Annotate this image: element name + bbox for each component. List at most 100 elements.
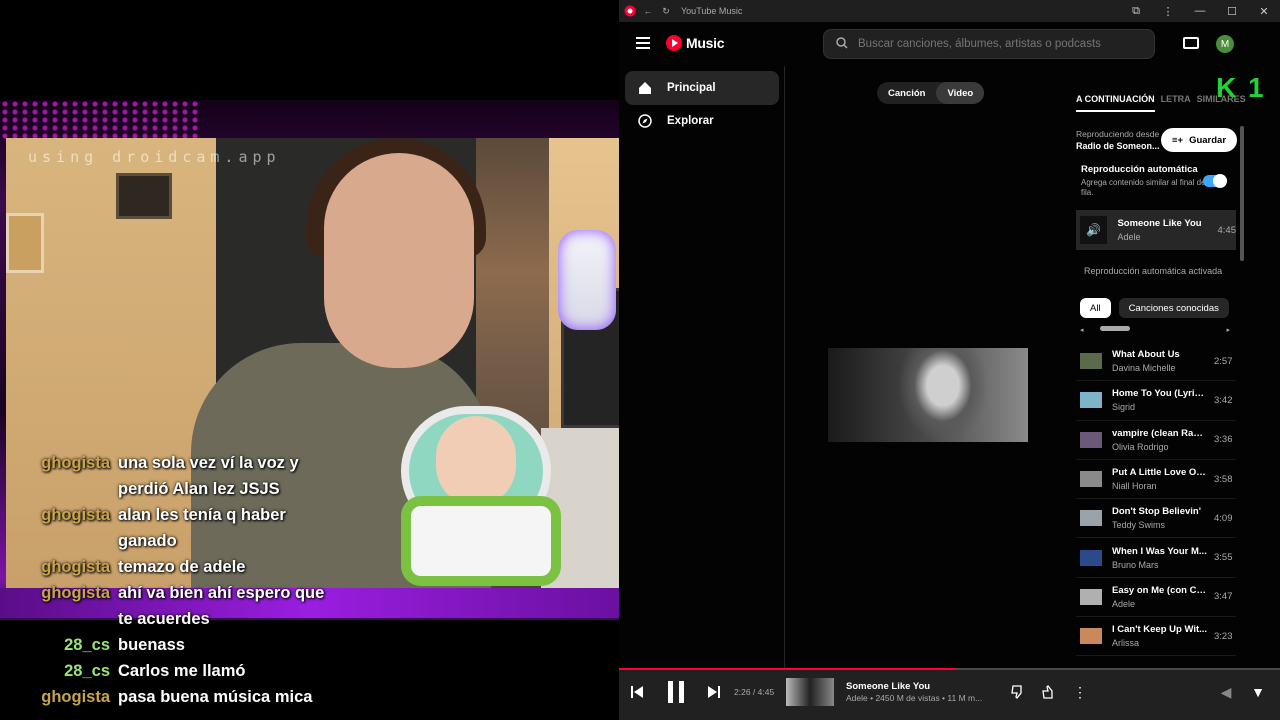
chat-username: ghogista: [41, 558, 110, 576]
chat-username: ghogista: [41, 454, 110, 472]
queue-item-artist: Olivia Rodrigo: [1112, 441, 1169, 452]
queue-item-thumbnail: [1080, 549, 1102, 566]
toggle-video[interactable]: Video: [936, 82, 985, 104]
chat-text: ahí va bien ahí espero que te acuerdes: [118, 584, 325, 628]
queue-item-artist: Niall Horan: [1112, 481, 1157, 492]
queue-item-thumbnail: [1080, 392, 1102, 409]
save-button[interactable]: ≡+ Guardar: [1161, 128, 1237, 152]
chat-text: alan les tenía q haber ganado: [118, 506, 286, 550]
reload-icon[interactable]: ↻: [659, 4, 673, 18]
song-video-toggle: Canción Video: [877, 82, 985, 104]
queue-item[interactable]: Don't Stop Believin' Teddy Swims 4:09: [1076, 499, 1236, 539]
filter-chips: All Canciones conocidas: [1080, 298, 1229, 318]
dislike-icon[interactable]: [1009, 683, 1027, 701]
queue-item-duration: 3:36: [1214, 434, 1233, 446]
sidebar: Principal Explorar: [619, 66, 785, 668]
player-bar: 2:26 / 4:45 Someone Like You Adele • 245…: [619, 668, 1280, 720]
queue-item[interactable]: When I Was Your M... Bruno Mars 3:55: [1076, 538, 1236, 578]
chat-message: ghogista ahí va bien ahí espero que te ac…: [38, 580, 338, 632]
extensions-icon[interactable]: ⧉: [1120, 5, 1152, 18]
volume-icon[interactable]: ◀: [1217, 683, 1235, 701]
tab-lyrics[interactable]: LETRA: [1161, 94, 1191, 112]
queue-item[interactable]: Home To You (Lyric ... Sigrid 3:42: [1076, 381, 1236, 421]
track-thumbnail[interactable]: [786, 678, 834, 706]
chat-text: una sola vez ví la voz y perdió Alan lez…: [118, 454, 299, 498]
sidebar-item-principal[interactable]: Principal: [625, 71, 779, 105]
close-button[interactable]: ✕: [1248, 5, 1280, 18]
playing-from-name[interactable]: Radio de Someon...: [1076, 141, 1160, 151]
progress-bar[interactable]: [619, 668, 1280, 670]
next-icon[interactable]: [706, 684, 722, 700]
toggle-song[interactable]: Canción: [877, 82, 936, 104]
scroll-left-icon[interactable]: ◂: [1080, 327, 1084, 334]
pause-icon[interactable]: [665, 680, 687, 704]
sidebar-item-explorar[interactable]: Explorar: [625, 104, 779, 138]
expand-player-icon[interactable]: ▼: [1249, 683, 1267, 701]
minimize-button[interactable]: —: [1184, 5, 1216, 17]
queue-item-artist: Davina Michelle: [1112, 363, 1176, 374]
chip-all[interactable]: All: [1080, 298, 1111, 318]
queue-item[interactable]: vampire (clean Radi... Olivia Rodrigo 3:36: [1076, 421, 1236, 460]
chat-text: buenass: [118, 636, 185, 654]
chip-known-songs[interactable]: Canciones conocidas: [1118, 298, 1229, 318]
title-bar: ← ↻ YouTube Music ⧉ ⋮ — ☐ ✕: [619, 0, 1280, 22]
tab-up-next[interactable]: A CONTINUACIÓN: [1076, 94, 1155, 112]
sidebar-item-label: Explorar: [667, 115, 714, 127]
track-subtitle: Adele • 2450 M de vistas • 11 M m...: [846, 693, 983, 703]
queue-item-thumbnail: [1080, 628, 1102, 645]
queue-item-title: Don't Stop Believin': [1112, 506, 1201, 518]
previous-icon[interactable]: [629, 684, 645, 700]
screen: using droidcam.app ghogista una sola vez …: [0, 0, 1280, 720]
autoplay-toggle[interactable]: [1203, 174, 1227, 188]
queue-item-artist: Arlissa: [1112, 638, 1140, 649]
track-title[interactable]: Someone Like You: [846, 681, 930, 692]
more-vert-icon[interactable]: ⋮: [1071, 683, 1089, 701]
queue-panel: A CONTINUACIÓN LETRA SIMILARES K 1 Repro…: [1072, 66, 1280, 668]
video-figure: [898, 348, 988, 442]
autoplay-description: Agrega contenido similar al final de la …: [1081, 178, 1214, 197]
avatar[interactable]: M: [1216, 35, 1234, 53]
queue-item-artist: Adele: [1112, 598, 1136, 609]
wall-picture: [116, 173, 172, 219]
chip-scrollbar[interactable]: ◂ ▸: [1080, 326, 1230, 334]
queue-item-title: vampire (clean Radi...: [1112, 427, 1208, 439]
queue-item[interactable]: I Can't Keep Up Wit... Arlissa 3:23: [1076, 617, 1236, 657]
sidebar-item-label: Principal: [667, 82, 716, 94]
queue-item-title: What About Us: [1112, 349, 1180, 361]
chat-message: ghogista temazo de adele: [38, 554, 338, 580]
top-nav: Music M: [619, 22, 1280, 66]
chat-message: ghogista alan les tenía q haber ganado: [38, 502, 338, 554]
chip-scroll-thumb[interactable]: [1100, 326, 1130, 331]
playing-from-label: Reproduciendo desde: [1076, 129, 1160, 139]
chat-username: ghogista: [41, 584, 110, 602]
search-bar[interactable]: [823, 29, 1155, 59]
more-vert-icon[interactable]: ⋮: [1152, 5, 1184, 18]
youtube-music-logo[interactable]: Music: [666, 35, 724, 51]
maximize-button[interactable]: ☐: [1216, 5, 1248, 18]
toy-chest: [401, 496, 561, 586]
scroll-right-icon[interactable]: ▸: [1226, 326, 1230, 334]
chat-message: ghogista una sola vez ví la voz y perdió …: [38, 450, 338, 502]
autoplay-title: Reproducción automática: [1081, 164, 1198, 175]
back-arrow-icon[interactable]: ←: [641, 4, 655, 18]
buzz-lightyear-toy: [341, 406, 641, 588]
search-input[interactable]: [858, 38, 1138, 50]
queue-item[interactable]: Easy on Me (con Ch... Adele 3:47: [1076, 578, 1236, 618]
now-playing-row[interactable]: 🔊 Someone Like You Adele 4:45: [1076, 210, 1236, 250]
chat-message: 28_cs Carlos me llamó: [38, 658, 338, 684]
queue-item[interactable]: What About Us Davina Michelle 2:57: [1076, 342, 1236, 382]
video-frame[interactable]: [828, 348, 1028, 442]
cast-icon[interactable]: [1183, 37, 1199, 49]
queue-item[interactable]: Put A Little Love On... Niall Horan 3:58: [1076, 460, 1236, 500]
queue-scrollbar[interactable]: [1240, 126, 1244, 261]
like-icon[interactable]: [1040, 683, 1058, 701]
queue-item-thumbnail: [1080, 510, 1102, 527]
youtube-music-window: ← ↻ YouTube Music ⧉ ⋮ — ☐ ✕ Music M: [619, 0, 1280, 720]
toy-face: [436, 416, 516, 506]
now-playing-title: Someone Like You: [1117, 218, 1202, 229]
queue-item-title: Put A Little Love On...: [1112, 467, 1208, 479]
menu-icon[interactable]: [636, 37, 650, 49]
droidcam-watermark: using droidcam.app: [28, 148, 281, 166]
autoplay-section: Reproducción automática Agrega contenido…: [1081, 164, 1221, 198]
queue-item-artist: Bruno Mars: [1112, 559, 1159, 570]
